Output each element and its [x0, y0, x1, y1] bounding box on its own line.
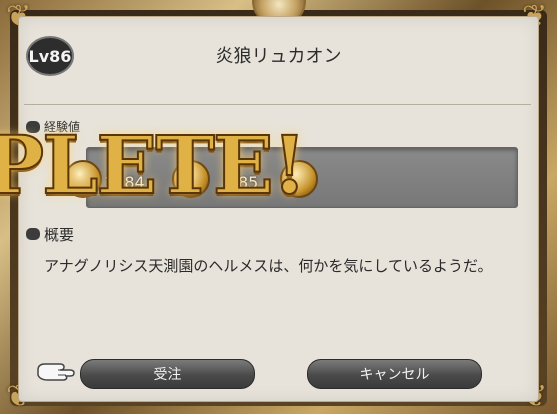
- pointer-hand-icon: [37, 363, 75, 381]
- accept-button[interactable]: 受注: [80, 359, 255, 389]
- title-divider: [24, 104, 531, 105]
- complete-overlay-banner: PLETE!: [0, 112, 330, 217]
- summary-icon: [26, 228, 40, 240]
- quest-description: アナグノリシス天測園のヘルメスは、何かを気にしているようだ。: [44, 257, 493, 275]
- summary-title: 概要: [44, 226, 75, 244]
- quest-title: 炎狼リュカオン: [215, 46, 342, 67]
- cancel-button[interactable]: キャンセル: [307, 359, 482, 389]
- complete-overlay-text: PLETE!: [0, 117, 308, 213]
